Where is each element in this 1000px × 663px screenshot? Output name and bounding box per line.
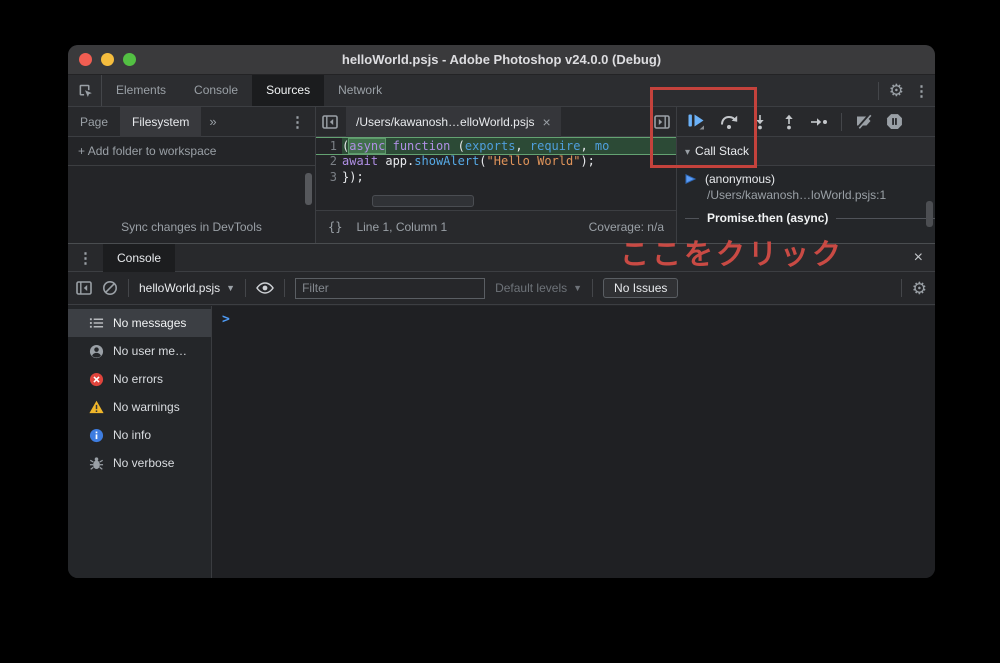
- console-prompt[interactable]: >: [222, 312, 230, 327]
- navigator-scrollbar[interactable]: [305, 173, 312, 205]
- list-icon: [88, 315, 104, 331]
- annotation-highlight-rectangle: [650, 87, 757, 168]
- navigator-pane: Page Filesystem » ⋮ + Add folder to work…: [68, 107, 316, 243]
- divider: [878, 82, 879, 100]
- main-tabbar: Elements Console Sources Network ⚙ ⋮: [68, 75, 935, 107]
- paused-token: async: [349, 139, 385, 153]
- minimize-window-button[interactable]: [101, 53, 114, 66]
- warning-icon: [88, 399, 104, 415]
- code-line: 2 await app.showAlert("Hello World");: [316, 153, 676, 169]
- tab-elements[interactable]: Elements: [102, 75, 180, 106]
- console-drawer: ⋮ Console × helloWorld.psjs ▼ Defaul: [68, 243, 935, 578]
- user-icon: [88, 343, 104, 359]
- console-sidebar: No messages No user me… No errors: [68, 306, 212, 578]
- call-stack-scrollbar[interactable]: [926, 201, 933, 227]
- more-tabs-icon[interactable]: »: [201, 114, 224, 129]
- chevron-down-icon: ▼: [573, 283, 582, 293]
- close-drawer-icon[interactable]: ×: [914, 249, 935, 267]
- divider: [841, 113, 842, 131]
- hide-navigator-icon[interactable]: [316, 115, 338, 129]
- sidebar-item-messages[interactable]: No messages: [68, 309, 211, 337]
- navigator-tab-filesystem[interactable]: Filesystem: [120, 107, 201, 137]
- annotation-click-here-text: ここをクリック: [620, 231, 844, 273]
- file-tab-label: /Users/kawanosh…elloWorld.psjs: [356, 115, 535, 129]
- pretty-print-icon[interactable]: {}: [328, 220, 342, 234]
- code-editor[interactable]: 1 (async function (exports, require, mo …: [316, 137, 676, 210]
- sync-changes-note: Sync changes in DevTools: [68, 220, 315, 234]
- more-options-icon[interactable]: ⋮: [914, 82, 929, 100]
- frame-function: (anonymous): [705, 172, 775, 186]
- bug-icon: [88, 455, 104, 471]
- navigator-menu-icon[interactable]: ⋮: [290, 113, 315, 131]
- devtools-window: helloWorld.psjs - Adobe Photoshop v24.0.…: [68, 45, 935, 578]
- call-stack-frame[interactable]: (anonymous): [677, 167, 935, 186]
- sidebar-item-errors[interactable]: No errors: [68, 365, 211, 393]
- tab-network[interactable]: Network: [324, 75, 396, 106]
- console-settings-gear-icon[interactable]: ⚙: [912, 280, 927, 297]
- editor-horizontal-scrollbar[interactable]: [372, 195, 474, 207]
- chevron-down-icon: ▼: [226, 283, 235, 293]
- close-tab-icon[interactable]: ×: [543, 114, 551, 130]
- no-issues-button[interactable]: No Issues: [603, 278, 678, 298]
- plus-icon: +: [78, 144, 85, 158]
- console-body: No messages No user me… No errors: [68, 306, 935, 578]
- console-toolbar: helloWorld.psjs ▼ Default levels ▼ No Is…: [68, 272, 935, 305]
- log-levels-selector[interactable]: Default levels ▼: [495, 281, 582, 295]
- line-number[interactable]: 2: [316, 153, 342, 169]
- sidebar-item-info[interactable]: No info: [68, 421, 211, 449]
- clear-console-icon[interactable]: [102, 280, 118, 296]
- sources-panel: Page Filesystem » ⋮ + Add folder to work…: [68, 107, 935, 243]
- drawer-menu-icon[interactable]: ⋮: [68, 249, 103, 267]
- inspect-element-icon[interactable]: [68, 75, 102, 106]
- execution-marker-icon: [685, 174, 697, 184]
- line-number[interactable]: 1: [316, 138, 342, 154]
- live-expression-eye-icon[interactable]: [256, 282, 274, 294]
- sidebar-item-user-messages[interactable]: No user me…: [68, 337, 211, 365]
- filter-input[interactable]: [295, 278, 485, 299]
- context-selector[interactable]: helloWorld.psjs ▼: [139, 281, 235, 295]
- sidebar-item-verbose[interactable]: No verbose: [68, 449, 211, 477]
- editor-pane: /Users/kawanosh…elloWorld.psjs × 1 (asyn…: [316, 107, 676, 243]
- deactivate-breakpoints-button[interactable]: [855, 114, 873, 129]
- hide-console-sidebar-icon[interactable]: [76, 281, 92, 295]
- close-window-button[interactable]: [79, 53, 92, 66]
- settings-gear-icon[interactable]: ⚙: [889, 82, 904, 99]
- file-tab[interactable]: /Users/kawanosh…elloWorld.psjs ×: [346, 107, 561, 137]
- sidebar-item-warnings[interactable]: No warnings: [68, 393, 211, 421]
- step-button[interactable]: [810, 117, 828, 127]
- async-stack-divider: Promise.then (async): [677, 211, 935, 225]
- frame-location[interactable]: /Users/kawanosh…loWorld.psjs:1: [677, 186, 935, 202]
- zoom-window-button[interactable]: [123, 53, 136, 66]
- tab-console[interactable]: Console: [180, 75, 252, 106]
- line-number[interactable]: 3: [316, 169, 342, 185]
- tab-sources[interactable]: Sources: [252, 75, 324, 106]
- pause-on-exceptions-button[interactable]: [886, 113, 903, 130]
- code-line: 3 });: [316, 169, 676, 185]
- window-title: helloWorld.psjs - Adobe Photoshop v24.0.…: [68, 52, 935, 67]
- info-icon: [88, 427, 104, 443]
- cursor-position: Line 1, Column 1: [356, 220, 447, 234]
- add-folder-button[interactable]: + Add folder to workspace: [68, 137, 315, 166]
- step-out-button[interactable]: [781, 114, 797, 130]
- drawer-tab-console[interactable]: Console: [103, 244, 175, 272]
- error-icon: [88, 371, 104, 387]
- titlebar: helloWorld.psjs - Adobe Photoshop v24.0.…: [68, 45, 935, 75]
- navigator-tab-page[interactable]: Page: [68, 107, 120, 137]
